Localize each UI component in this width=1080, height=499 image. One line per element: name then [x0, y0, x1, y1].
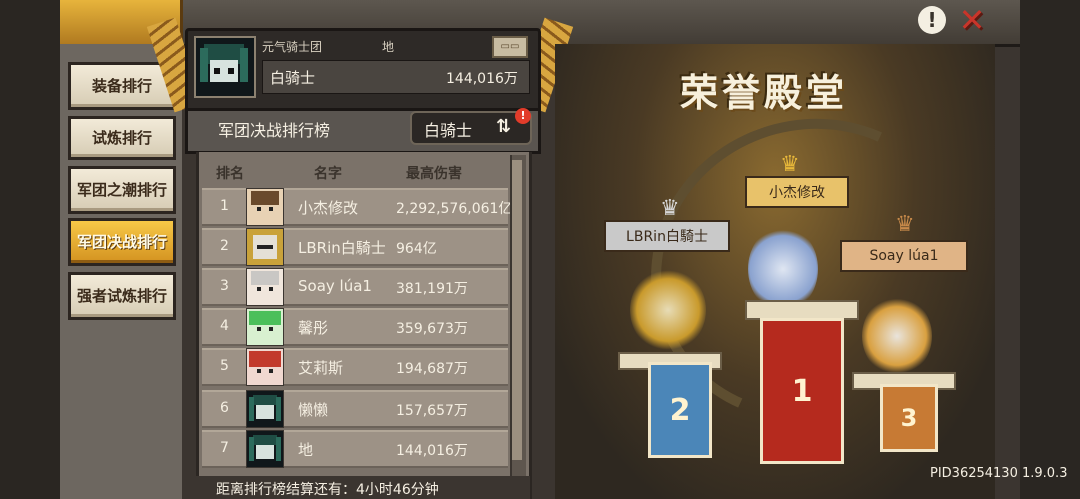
row-avatar	[246, 188, 284, 226]
sidebar-item-label: 强者试炼排行	[77, 287, 168, 305]
second-place-name: LBRin白騎士	[626, 229, 708, 245]
sidebar-item-legion-tide-ranking[interactable]: 军团之潮排行	[68, 166, 176, 214]
first-place-banner: 小杰修改	[745, 176, 849, 208]
countdown-text: 距离排行榜结算还有：4小时46分钟	[216, 482, 439, 498]
row-avatar	[246, 228, 284, 266]
first-place-name: 小杰修改	[769, 185, 825, 201]
row-rank: 5	[220, 358, 229, 374]
first-place-number: 1	[791, 373, 813, 409]
row-damage: 2,292,576,061亿	[396, 201, 513, 217]
row-damage: 157,657万	[396, 403, 468, 419]
class-filter-label: 白骑士	[424, 121, 473, 140]
crown-icon: ♛	[895, 212, 915, 237]
row-rank: 3	[220, 278, 229, 294]
column-header-name: 名字	[314, 166, 342, 182]
row-damage: 964亿	[396, 241, 437, 257]
column-header-damage: 最高伤害	[406, 166, 462, 182]
row-damage: 359,673万	[396, 321, 468, 337]
row-rank: 4	[220, 318, 229, 334]
sidebar-item-label: 试炼排行	[91, 129, 152, 147]
row-name: 艾莉斯	[298, 359, 344, 377]
row-name: Soay lúa1	[298, 277, 372, 295]
column-header-rank: 排名	[216, 166, 244, 182]
row-avatar	[246, 268, 284, 306]
third-place-banner: Soay lúa1	[840, 240, 968, 272]
second-place-banner: LBRin白騎士	[604, 220, 730, 252]
sidebar-item-label: 军团之潮排行	[77, 181, 168, 199]
third-place-character	[862, 296, 932, 376]
close-icon[interactable]: ✕	[956, 4, 988, 36]
row-damage: 144,016万	[396, 443, 468, 459]
player-avatar	[194, 36, 256, 98]
row-rank: 7	[220, 440, 229, 456]
alert-badge-icon: !	[515, 108, 531, 124]
row-rank: 2	[220, 238, 229, 254]
row-avatar	[246, 430, 284, 468]
row-rank: 6	[220, 400, 229, 416]
row-name: 小杰修改	[298, 199, 359, 217]
row-name: 馨彤	[298, 319, 329, 337]
row-damage: 194,687万	[396, 361, 468, 377]
third-place-ribbon: 3	[880, 384, 938, 452]
sidebar-item-label: 装备排行	[91, 77, 152, 95]
player-title: 白骑士	[270, 69, 316, 87]
crown-icon: ♛	[660, 196, 680, 221]
second-place-ribbon: 2	[648, 362, 712, 458]
hall-title: 荣誉殿堂	[680, 71, 849, 115]
row-rank: 1	[220, 198, 229, 214]
ranking-title: 军团决战排行榜	[218, 121, 331, 140]
swap-icon[interactable]: ⇅	[496, 116, 511, 137]
row-damage: 381,191万	[396, 281, 468, 297]
row-avatar	[246, 390, 284, 428]
scrollbar-thumb[interactable]	[512, 160, 522, 460]
third-place-name: Soay lúa1	[869, 248, 939, 264]
row-avatar	[246, 308, 284, 346]
sidebar-item-label: 军团决战排行	[77, 233, 168, 251]
row-name: 地	[298, 441, 314, 459]
first-place-ribbon: 1	[760, 318, 844, 464]
second-place-character	[630, 268, 706, 352]
sidebar-item-champion-trial-ranking[interactable]: 强者试炼排行	[68, 272, 176, 320]
sidebar-item-trial-ranking[interactable]: 试炼排行	[68, 116, 176, 160]
info-icon[interactable]: !	[918, 6, 946, 34]
player-damage: 144,016万	[446, 71, 518, 87]
guild-name: 元气骑士团	[262, 40, 323, 54]
row-name: LBRin白騎士	[298, 239, 386, 257]
crown-icon: ♛	[780, 152, 800, 177]
row-avatar	[246, 348, 284, 386]
first-place-pedestal	[745, 300, 859, 320]
player-name-short: 地	[382, 40, 395, 54]
player-id-version: PID36254130 1.9.0.3	[930, 466, 1068, 481]
second-place-number: 2	[669, 392, 691, 428]
sidebar-item-legion-battle-ranking[interactable]: 军团决战排行	[68, 218, 176, 266]
id-card-icon[interactable]: ▭▭	[492, 36, 528, 58]
third-place-number: 3	[900, 404, 918, 432]
row-name: 懒懒	[298, 401, 329, 419]
